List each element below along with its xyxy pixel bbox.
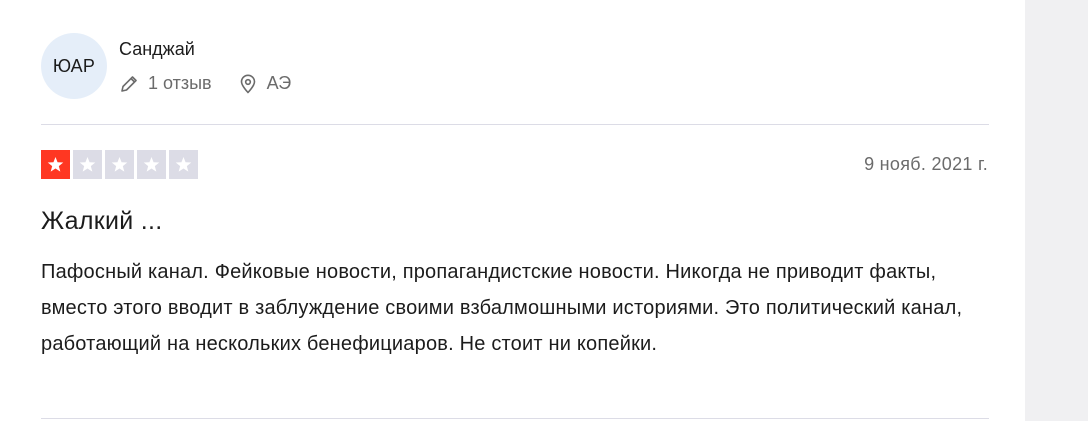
reviewer-info: Санджай 1 отзыв АЭ bbox=[119, 38, 291, 94]
star-icon bbox=[143, 156, 160, 172]
pencil-icon bbox=[121, 75, 137, 92]
star-icon bbox=[47, 156, 64, 172]
reviewer-meta: 1 отзыв АЭ bbox=[119, 73, 291, 94]
reviewer-name[interactable]: Санджай bbox=[119, 38, 291, 60]
star-rating bbox=[41, 150, 201, 179]
reviewer-country: АЭ bbox=[238, 73, 292, 94]
divider-bottom bbox=[41, 418, 989, 419]
star-icon bbox=[175, 156, 192, 172]
star-empty bbox=[73, 150, 102, 179]
star-icon bbox=[111, 156, 128, 172]
star-icon bbox=[79, 156, 96, 172]
review-card: ЮАР Санджай 1 отзыв АЭ 9 нояб. 2021 г. Ж… bbox=[0, 0, 1025, 421]
avatar[interactable]: ЮАР bbox=[41, 33, 107, 99]
star-empty bbox=[169, 150, 198, 179]
review-date: 9 нояб. 2021 г. bbox=[864, 154, 988, 174]
star-filled bbox=[41, 150, 70, 179]
country-label: АЭ bbox=[266, 73, 292, 93]
star-empty bbox=[137, 150, 166, 179]
reviewer-header: ЮАР Санджай 1 отзыв АЭ bbox=[41, 33, 291, 101]
review-body: Пафосный канал. Фейковые новости, пропаг… bbox=[41, 261, 963, 355]
divider-top bbox=[41, 124, 989, 125]
review-count-label: 1 отзыв bbox=[148, 73, 212, 93]
review-title[interactable]: Жалкий ... bbox=[41, 207, 163, 236]
star-empty bbox=[105, 150, 134, 179]
review-count: 1 отзыв bbox=[119, 73, 212, 94]
location-pin-icon bbox=[240, 74, 255, 93]
